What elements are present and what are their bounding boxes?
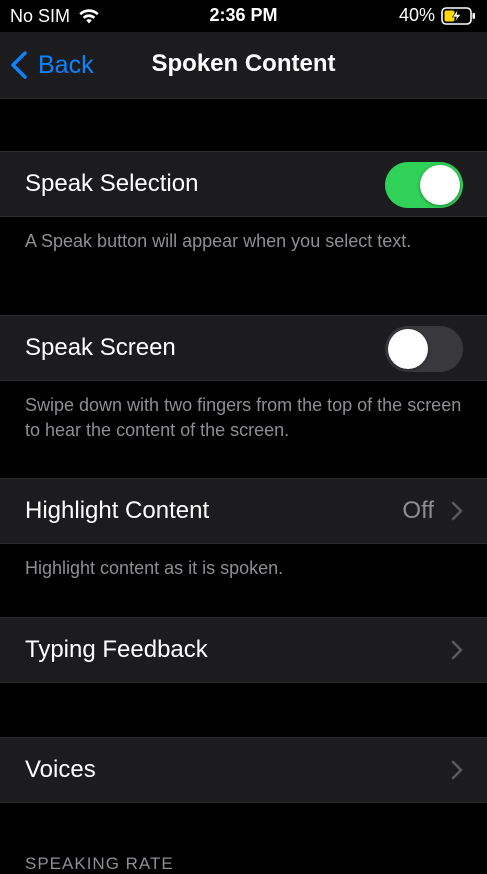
chevron-right-icon [451, 760, 463, 780]
speak-selection-row: Speak Selection [0, 151, 487, 217]
status-bar: No SIM 2:36 PM 40% [0, 0, 487, 32]
speak-screen-row: Speak Screen [0, 315, 487, 381]
speak-selection-toggle[interactable] [385, 162, 463, 208]
chevron-right-icon [451, 501, 463, 521]
speak-screen-footer: Swipe down with two fingers from the top… [25, 395, 462, 440]
highlight-content-label: Highlight Content [25, 497, 210, 524]
voices-row[interactable]: Voices [0, 737, 487, 803]
voices-label: Voices [25, 756, 96, 783]
speak-selection-footer: A Speak button will appear when you sele… [25, 231, 412, 251]
speak-screen-label: Speak Screen [25, 334, 176, 361]
highlight-content-row[interactable]: Highlight Content Off [0, 478, 487, 544]
toggle-knob [420, 165, 460, 205]
speak-selection-label: Speak Selection [25, 170, 199, 197]
highlight-content-footer: Highlight content as it is spoken. [25, 558, 284, 578]
typing-feedback-label: Typing Feedback [25, 636, 208, 663]
toggle-knob [388, 329, 428, 369]
chevron-right-icon [451, 640, 463, 660]
speak-screen-toggle[interactable] [385, 326, 463, 372]
typing-feedback-row[interactable]: Typing Feedback [0, 617, 487, 683]
battery-charging-icon [441, 6, 475, 25]
battery-percent: 40% [398, 5, 435, 25]
speaking-rate-header: SPEAKING RATE [25, 854, 174, 873]
page-title: Spoken Content [151, 50, 336, 77]
navigation-bar: Back Spoken Content [0, 32, 487, 99]
status-right: 40% [399, 5, 477, 26]
highlight-content-value: Off [402, 497, 434, 524]
